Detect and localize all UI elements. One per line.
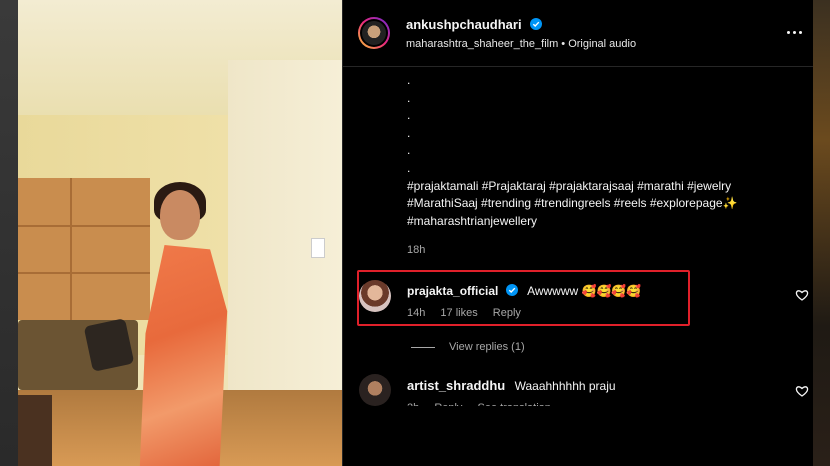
comment-body: artist_shraddhu Waaahhhhhh praju: [407, 378, 616, 393]
comment-likes[interactable]: 17 likes: [440, 307, 477, 319]
panel-line: [70, 178, 72, 320]
video-wood-panel: [18, 178, 150, 320]
author-username-text[interactable]: ankushpchaudhari: [406, 17, 522, 32]
verified-badge-icon: [505, 284, 518, 296]
comment-username[interactable]: prajakta_official: [407, 284, 498, 298]
post-caption: . . . . . . #prajaktamali #Prajaktaraj #…: [407, 72, 797, 230]
caption-dot: .: [407, 73, 411, 87]
comment-username[interactable]: artist_shraddhu: [407, 378, 505, 393]
caption-hashtags[interactable]: #prajaktamali #Prajaktaraj #prajaktarajs…: [407, 178, 797, 196]
caption-dot: .: [407, 108, 411, 123]
like-heart-icon[interactable]: [795, 384, 809, 398]
author-username[interactable]: ankushpchaudhari: [406, 16, 543, 34]
caption-hashtags[interactable]: #MarathiSaaj #trending #trendingreels #r…: [407, 195, 797, 213]
view-replies-button[interactable]: View replies (1): [411, 341, 525, 353]
author-avatar[interactable]: [358, 17, 390, 49]
audio-line[interactable]: maharashtra_shaheer_the_film • Original …: [406, 38, 636, 50]
post-header: ankushpchaudhari maharashtra_shaheer_the…: [343, 0, 813, 67]
caption-dot: .: [407, 125, 411, 140]
verified-badge-icon: [530, 18, 543, 30]
comment-timestamp: 14h: [407, 307, 426, 319]
video-table: [18, 395, 52, 466]
caption-dot: .: [407, 160, 411, 175]
video-switch: [311, 238, 325, 258]
view-replies-label[interactable]: View replies (1): [449, 341, 525, 353]
video-person-face: [160, 190, 200, 240]
comment-body: prajakta_official Awwwww 🥰🥰🥰🥰: [407, 284, 641, 298]
more-options-icon[interactable]: [785, 28, 805, 38]
post-details-panel: ankushpchaudhari maharashtra_shaheer_the…: [342, 0, 813, 466]
comment-meta: 14h 17 likes Reply: [407, 307, 533, 319]
comment-avatar[interactable]: [359, 280, 391, 312]
caption-timestamp: 18h: [407, 244, 426, 256]
background-right: [812, 0, 830, 466]
video-wall-right: [228, 60, 342, 390]
like-heart-icon[interactable]: [795, 288, 809, 302]
replies-divider: [411, 346, 435, 348]
comment-text: Waaahhhhhh praju: [514, 379, 616, 393]
caption-hashtags[interactable]: #maharashtrianjewellery: [407, 213, 797, 231]
reply-button[interactable]: Reply: [493, 307, 521, 319]
panel-line: [18, 225, 150, 227]
reel-video[interactable]: [18, 0, 342, 466]
panel-line: [18, 272, 150, 274]
background-left: [0, 0, 18, 466]
caption-dot: .: [407, 90, 411, 105]
comment-text: Awwwww 🥰🥰🥰🥰: [527, 284, 642, 298]
comments-cutoff: [343, 406, 813, 466]
comment-avatar[interactable]: [359, 374, 391, 406]
caption-dot: .: [407, 143, 411, 158]
